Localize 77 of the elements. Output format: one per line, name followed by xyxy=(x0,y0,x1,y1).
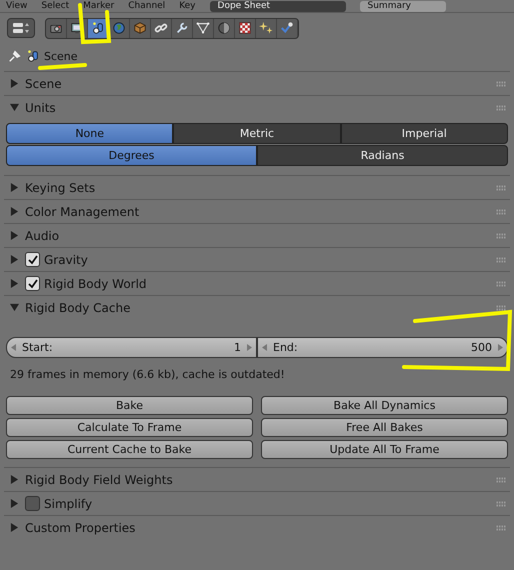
panel-header[interactable]: Custom Properties xyxy=(4,516,510,539)
drag-grip-icon[interactable] xyxy=(496,500,506,506)
drag-grip-icon[interactable] xyxy=(496,232,506,238)
scene-icon xyxy=(91,21,105,35)
globe-icon xyxy=(112,21,126,35)
bake-button[interactable]: Current Cache to Bake xyxy=(6,440,253,459)
number-field[interactable]: End: 500 xyxy=(257,337,508,358)
panel-header[interactable]: Keying Sets xyxy=(4,176,510,199)
mode-dropdown[interactable]: Summary xyxy=(360,0,446,12)
unit-option[interactable]: Degrees xyxy=(6,145,257,166)
annotation-mark xyxy=(38,63,87,70)
cube-icon xyxy=(133,21,147,35)
bake-button[interactable]: Bake xyxy=(6,396,253,415)
panel-title: Color Management xyxy=(25,204,140,218)
sphere-icon xyxy=(217,21,231,35)
drag-grip-icon[interactable] xyxy=(496,80,506,86)
panel-title: Rigid Body Field Weights xyxy=(25,472,173,486)
panel-title: Rigid Body World xyxy=(44,276,147,290)
panel-title: Custom Properties xyxy=(25,520,136,534)
panel-header[interactable]: Rigid Body World xyxy=(4,272,510,295)
bake-button[interactable]: Free All Bakes xyxy=(261,418,508,437)
menu-item[interactable]: View xyxy=(6,0,28,12)
panel-header[interactable]: Color Management xyxy=(4,200,510,223)
panel-title: Audio xyxy=(25,228,60,242)
bake-button[interactable]: Bake All Dynamics xyxy=(261,396,508,415)
panel-header[interactable]: Units xyxy=(4,96,510,119)
panel-title: Rigid Body Cache xyxy=(25,300,130,314)
context-path-label: Scene xyxy=(44,50,78,62)
checkbox[interactable] xyxy=(25,252,40,267)
bake-button[interactable]: Calculate To Frame xyxy=(6,418,253,437)
unit-option[interactable]: Radians xyxy=(257,145,508,166)
panel-header[interactable]: Audio xyxy=(4,224,510,247)
chain-icon xyxy=(154,21,168,35)
drag-grip-icon[interactable] xyxy=(496,280,506,286)
view-switch-icon[interactable] xyxy=(7,18,35,38)
menu-item[interactable]: Channel xyxy=(128,0,166,12)
checker-icon xyxy=(238,21,252,35)
increment-icon[interactable] xyxy=(247,344,252,351)
unit-option[interactable]: Imperial xyxy=(340,123,508,144)
panel-header[interactable]: Gravity xyxy=(4,248,510,271)
drag-grip-icon[interactable] xyxy=(496,208,506,214)
unit-option[interactable]: Metric xyxy=(173,123,341,144)
panel-header[interactable]: Simplify xyxy=(4,492,510,515)
decrement-icon[interactable] xyxy=(262,344,267,351)
context-tab[interactable] xyxy=(256,18,277,38)
checkmark-icon xyxy=(280,21,294,35)
checkbox[interactable] xyxy=(25,276,40,291)
number-field[interactable]: Start: 1 xyxy=(6,337,257,358)
panel-header[interactable]: Rigid Body Cache xyxy=(4,296,510,319)
panel-title: Keying Sets xyxy=(25,180,96,194)
triangle-icon xyxy=(196,21,210,35)
drag-grip-icon[interactable] xyxy=(496,104,506,110)
cache-status-text: 29 frames in memory (6.6 kb), cache is outdated! xyxy=(9,367,286,383)
increment-icon[interactable] xyxy=(498,344,503,351)
panel-title: Scene xyxy=(25,76,62,90)
drag-grip-icon[interactable] xyxy=(496,476,506,482)
drag-grip-icon[interactable] xyxy=(496,524,506,530)
panel-header[interactable]: Rigid Body Field Weights xyxy=(4,468,510,491)
menu-item[interactable]: Key xyxy=(179,0,196,12)
wrench-icon xyxy=(175,21,189,35)
drag-grip-icon[interactable] xyxy=(496,184,506,190)
bake-button[interactable]: Update All To Frame xyxy=(261,440,508,459)
drag-grip-icon[interactable] xyxy=(496,256,506,262)
panel-title: Units xyxy=(25,100,56,114)
editor-dropdown[interactable]: Dope Sheet xyxy=(210,0,346,12)
menu-item[interactable]: Select xyxy=(41,0,70,12)
pin-icon[interactable] xyxy=(8,49,22,63)
unit-option[interactable]: None xyxy=(6,123,174,144)
decrement-icon[interactable] xyxy=(11,344,16,351)
scene-icon xyxy=(26,49,40,63)
panel-header[interactable]: Scene xyxy=(4,72,510,95)
panel-title: Simplify xyxy=(44,496,92,510)
drag-grip-icon[interactable] xyxy=(496,304,506,310)
sparkle-icon xyxy=(259,21,273,35)
panel-title: Gravity xyxy=(44,252,88,266)
menu-item[interactable]: Marker xyxy=(83,0,114,12)
checkbox[interactable] xyxy=(25,496,40,511)
